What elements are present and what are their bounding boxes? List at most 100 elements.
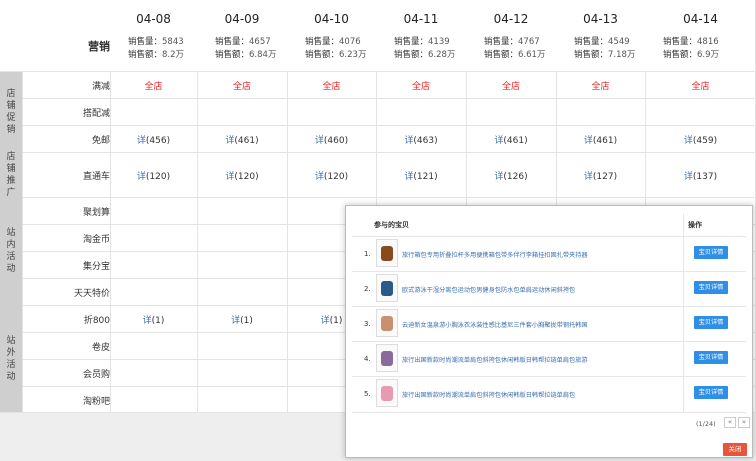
date-column-header: 04-13 销售量：4549 销售额：7.18万 [556, 0, 645, 70]
data-cell[interactable]: 详(461) [466, 133, 556, 146]
data-cell: 全店 [591, 82, 610, 92]
product-image [381, 351, 393, 366]
detail-count: (126) [503, 172, 528, 182]
data-cell[interactable]: 详(126) [466, 169, 556, 182]
product-row: 1. 旅行箱包专用折叠拉杆多用便携箱包带多伴行李箱挂扣固扎带夹持器 宝贝详情 [352, 236, 746, 271]
sales-qty-value: 4767 [518, 37, 540, 47]
sales-qty-value: 4816 [697, 37, 719, 47]
detail-link[interactable]: 详 [584, 136, 593, 146]
detail-count: (461) [592, 136, 618, 146]
data-cell[interactable]: 详(120) [110, 169, 197, 182]
product-detail-button[interactable]: 宝贝详情 [694, 316, 728, 329]
sales-qty-value: 4139 [428, 37, 450, 47]
detail-count: (1) [329, 316, 343, 326]
detail-link[interactable]: 详 [143, 316, 152, 326]
date-label: 04-09 [224, 12, 260, 26]
data-cell[interactable]: 详(460) [287, 133, 376, 146]
row-label: 集分宝 [82, 262, 110, 272]
product-detail-button[interactable]: 宝贝详情 [694, 351, 728, 364]
data-cell: 全店 [691, 82, 710, 92]
detail-count: (461) [234, 136, 259, 146]
product-title-link[interactable]: 云迪新女温泉游小胸泳衣泳装性感比基尼三件套小胸聚拢带钢托韩国 [402, 320, 684, 329]
detail-count: (461) [503, 136, 528, 146]
data-cell[interactable]: 详(120) [197, 169, 287, 182]
product-thumbnail[interactable] [376, 379, 398, 407]
product-title-link[interactable]: 旅行箱包专用折叠拉杆多用便携箱包带多伴行李箱挂扣固扎带夹持器 [402, 250, 684, 259]
pager-next-button[interactable]: » [738, 417, 750, 428]
close-button[interactable]: 关闭 [723, 443, 747, 456]
date-label: 04-14 [683, 12, 718, 26]
product-detail-button[interactable]: 宝贝详情 [694, 281, 728, 294]
product-detail-button[interactable]: 宝贝详情 [694, 246, 728, 259]
detail-link[interactable]: 详 [684, 136, 693, 146]
sales-amount-value: 6.28万 [428, 50, 456, 60]
row-label: 折800 [83, 316, 110, 326]
sales-qty-value: 4549 [608, 37, 630, 47]
sales-amount: 销售额：6.9万 [663, 48, 719, 60]
product-thumbnail[interactable] [376, 239, 398, 267]
data-cell[interactable]: 详(461) [197, 133, 287, 146]
detail-count: (456) [145, 136, 171, 146]
pager-prev-button[interactable]: « [724, 417, 736, 428]
product-title-link[interactable]: 旅行出国新款时尚潮流单肩包斜挎包休闲韩版日韩帮拉链单肩包旅游 [402, 355, 684, 364]
sales-amount-value: 6.9万 [697, 50, 720, 60]
product-image [381, 386, 393, 401]
column-divider [287, 71, 288, 412]
column-divider [197, 71, 198, 412]
detail-link[interactable]: 详 [137, 172, 146, 182]
product-row: 5. 旅行出国新款时尚潮流单肩包斜挎包休闲韩版日韩帮拉链单肩包 宝贝详情 [352, 376, 746, 411]
date-column-header: 04-09 销售量：4657 销售额：6.84万 [197, 0, 287, 70]
product-row: 4. 旅行出国新款时尚潮流单肩包斜挎包休闲韩版日韩帮拉链单肩包旅游 宝贝详情 [352, 341, 746, 376]
detail-link[interactable]: 详 [315, 172, 324, 182]
sales-qty-label: 销售量： [574, 37, 609, 47]
detail-count: (1) [151, 316, 165, 326]
detail-link[interactable]: 详 [684, 172, 693, 182]
detail-link[interactable]: 详 [231, 316, 240, 326]
product-image [381, 281, 393, 296]
product-thumbnail[interactable] [376, 344, 398, 372]
product-thumbnail[interactable] [376, 309, 398, 337]
data-cell[interactable]: 详(461) [556, 133, 645, 146]
detail-link[interactable]: 详 [584, 172, 593, 182]
popup-row-divider [352, 271, 746, 272]
popup-row-divider [352, 236, 746, 237]
sales-amount: 销售额：6.61万 [484, 48, 545, 60]
product-title-link[interactable]: 旅行出国新款时尚潮流单肩包斜挎包休闲韩版日韩帮拉链单肩包 [402, 390, 684, 399]
data-cell[interactable]: 详(1) [197, 313, 287, 326]
data-cell[interactable]: 详(459) [645, 133, 756, 146]
detail-link[interactable]: 详 [137, 136, 146, 146]
product-thumbnail[interactable] [376, 274, 398, 302]
popup-col-action: 操作 [688, 221, 702, 229]
sales-amount-label: 销售额： [128, 50, 163, 60]
section-label: 店 铺 促 销 [6, 88, 16, 135]
product-title-link[interactable]: 欧式游泳干湿分离包运动包男健身包防水包单肩运动休闲斜挎包 [402, 285, 684, 294]
data-cell[interactable]: 详(120) [287, 169, 376, 182]
pager-status: (1/24) [696, 420, 716, 428]
data-cell[interactable]: 详(456) [110, 133, 197, 146]
data-cell[interactable]: 详(463) [376, 133, 466, 146]
row-label: 聚划算 [82, 208, 110, 218]
data-cell: 全店 [144, 82, 163, 92]
detail-count: (121) [413, 172, 438, 182]
data-cell[interactable]: 详(1) [110, 313, 197, 326]
data-cell[interactable]: 详(127) [556, 169, 645, 182]
popup-header: 参与的宝贝 操作 [352, 214, 746, 236]
detail-count: (1) [240, 316, 253, 326]
product-index: 2. [364, 285, 371, 293]
detail-link[interactable]: 详 [321, 316, 330, 326]
sales-amount-value: 8.2万 [162, 50, 185, 60]
sales-amount-label: 销售额： [663, 50, 698, 60]
date-label: 04-10 [314, 12, 349, 26]
sales-amount-label: 销售额： [484, 50, 519, 60]
sales-qty-label: 销售量： [128, 37, 163, 47]
product-detail-button[interactable]: 宝贝详情 [694, 386, 728, 399]
detail-link[interactable]: 详 [315, 136, 324, 146]
data-cell[interactable]: 详(137) [645, 169, 756, 182]
date-column-header: 04-10 销售量：4076 销售额：6.23万 [287, 0, 376, 70]
sales-amount-label: 销售额： [394, 50, 429, 60]
product-row: 3. 云迪新女温泉游小胸泳衣泳装性感比基尼三件套小胸聚拢带钢托韩国 宝贝详情 [352, 306, 746, 341]
data-cell[interactable]: 详(121) [376, 169, 466, 182]
row-label: 免邮 [91, 136, 110, 146]
product-image [381, 246, 393, 261]
product-index: 5. [364, 390, 371, 398]
